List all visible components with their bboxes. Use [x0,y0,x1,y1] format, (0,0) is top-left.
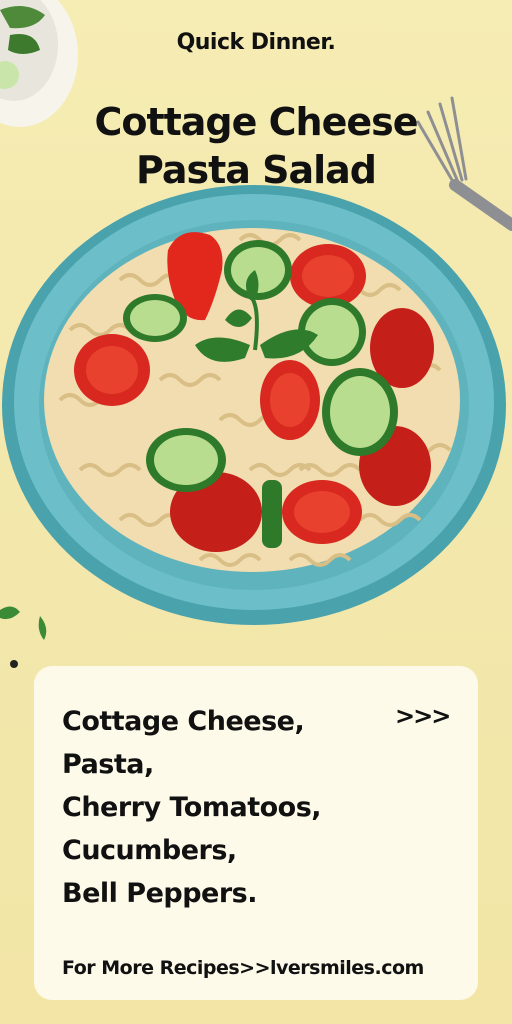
more-arrows[interactable]: >>> [395,702,451,730]
ingredient-item: Cottage Cheese, [62,706,305,737]
ingredient-item: Cherry Tomatoos, [62,792,322,823]
title-line-1: Cottage Cheese [94,100,418,144]
subtitle: Quick Dinner. [176,30,336,55]
ingredient-item: Pasta, [62,749,154,780]
ingredient-item: Cucumbers, [62,835,237,866]
page-title: Cottage Cheese Pasta Salad [0,98,512,194]
loose-herbs [0,606,47,668]
footer-website-link[interactable]: For More Recipes>>lversmiles.com [62,957,424,979]
ingredient-item: Bell Peppers. [62,878,258,909]
title-line-2: Pasta Salad [135,148,377,192]
ingredients-list: Cottage Cheese, Pasta, Cherry Tomatoos, … [62,700,322,915]
